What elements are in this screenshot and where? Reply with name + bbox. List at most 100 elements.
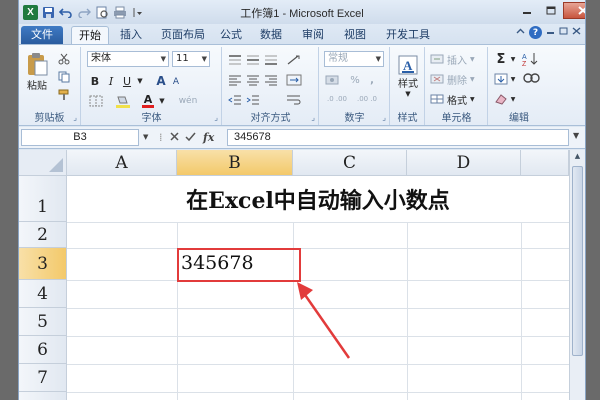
font-name-combo[interactable]: 宋体 ▼ — [87, 51, 169, 67]
alignment-launcher-icon[interactable]: ⌟ — [311, 113, 315, 122]
delete-cells-button[interactable]: 删除 ▼ — [430, 71, 484, 87]
annotation-arrow-icon — [297, 282, 351, 359]
tab-formulas[interactable]: 公式 — [213, 26, 249, 44]
align-top-icon[interactable] — [227, 53, 243, 67]
workbook-restore-icon[interactable] — [559, 27, 568, 38]
tab-file[interactable]: 文件 — [21, 26, 63, 44]
column-header-e[interactable] — [521, 150, 569, 176]
tab-data[interactable]: 数据 — [253, 26, 289, 44]
tab-review[interactable]: 审阅 — [295, 26, 331, 44]
row-header-4[interactable]: 4 — [19, 280, 67, 308]
chevron-down-icon[interactable]: ▼ — [509, 91, 517, 107]
comma-button[interactable]: , — [366, 73, 378, 87]
tab-insert[interactable]: 插入 — [113, 26, 149, 44]
phonetic-button[interactable]: wén — [174, 93, 202, 109]
format-painter-icon[interactable] — [57, 89, 71, 101]
increase-indent-icon[interactable] — [245, 93, 261, 107]
font-size-combo[interactable]: 11 ▼ — [172, 51, 210, 67]
clipboard-group-label: 剪贴板 — [34, 113, 65, 124]
currency-icon[interactable] — [324, 73, 342, 87]
align-bottom-icon[interactable] — [263, 53, 279, 67]
close-button[interactable] — [563, 2, 585, 19]
tab-page-layout[interactable]: 页面布局 — [154, 26, 212, 44]
shrink-font-button[interactable]: A — [170, 75, 182, 89]
row-header-8[interactable] — [19, 392, 67, 400]
workbook-minimize-icon[interactable] — [546, 27, 555, 38]
chevron-down-icon[interactable]: ▼ — [509, 71, 517, 87]
delete-cells-icon — [430, 74, 444, 84]
chevron-down-icon[interactable]: ▼ — [143, 133, 148, 141]
orientation-icon[interactable] — [285, 53, 303, 67]
group-editing: Σ ▼ AZ ▼ ▼ 编辑 — [489, 47, 549, 125]
align-left-icon[interactable] — [227, 73, 243, 87]
underline-button[interactable]: U — [120, 73, 134, 89]
row-header-2[interactable]: 2 — [19, 222, 67, 248]
expand-formula-bar-icon[interactable]: ▼ — [573, 131, 579, 140]
increase-decimal-button[interactable]: .0 .00 — [324, 91, 350, 107]
tab-view[interactable]: 视图 — [337, 26, 373, 44]
autosum-button[interactable]: Σ — [493, 51, 509, 67]
clear-icon[interactable] — [493, 91, 509, 107]
cut-icon[interactable] — [57, 53, 71, 65]
decrease-indent-icon[interactable] — [227, 93, 243, 107]
find-select-icon[interactable] — [521, 71, 541, 87]
decrease-decimal-button[interactable]: .00 .0 — [354, 91, 380, 107]
grow-font-button[interactable]: A — [154, 73, 168, 89]
copy-icon[interactable] — [57, 71, 71, 83]
row-header-3[interactable]: 3 — [19, 248, 67, 280]
fill-icon[interactable] — [493, 71, 509, 87]
row-header-1[interactable]: 1 — [19, 176, 67, 222]
tab-home[interactable]: 开始 — [71, 26, 109, 44]
merge-center-icon[interactable] — [285, 73, 303, 87]
align-middle-icon[interactable] — [245, 53, 261, 67]
select-all-button[interactable] — [19, 150, 67, 176]
column-header-c[interactable]: C — [293, 150, 407, 176]
number-format-combo[interactable]: 常规 ▼ — [324, 51, 384, 67]
collapse-ribbon-icon[interactable] — [516, 27, 525, 38]
row-header-5[interactable]: 5 — [19, 308, 67, 336]
cancel-entry-icon[interactable] — [169, 131, 180, 145]
tab-right-controls: ? — [516, 26, 581, 39]
borders-icon[interactable] — [86, 93, 106, 109]
format-cells-button[interactable]: 格式 ▼ — [430, 91, 484, 107]
wrap-text-icon[interactable] — [285, 93, 303, 107]
percent-button[interactable]: % — [348, 73, 362, 87]
fill-color-icon[interactable] — [112, 93, 134, 109]
column-header-a[interactable]: A — [67, 150, 177, 176]
sheet-title-cell[interactable]: 在Excel中自动输入小数点 — [67, 176, 569, 222]
insert-function-button[interactable]: fx — [203, 131, 214, 144]
sort-filter-icon[interactable]: AZ — [521, 51, 541, 67]
vertical-scrollbar[interactable]: ▲ — [569, 150, 585, 400]
row-header-6[interactable]: 6 — [19, 336, 67, 364]
row-header-7[interactable]: 7 — [19, 364, 67, 392]
column-header-b[interactable]: B — [177, 150, 293, 176]
help-icon[interactable]: ? — [529, 26, 542, 39]
align-right-icon[interactable] — [263, 73, 279, 87]
font-launcher-icon[interactable]: ⌟ — [214, 113, 218, 122]
confirm-entry-icon[interactable] — [185, 131, 196, 145]
worksheet[interactable]: A B C D 1 2 3 4 5 6 7 在Excel中自动输入小数点 345… — [19, 150, 585, 400]
insert-cells-button[interactable]: 插入 ▼ — [430, 51, 484, 67]
clipboard-launcher-icon[interactable]: ⌟ — [73, 113, 77, 122]
number-launcher-icon[interactable]: ⌟ — [382, 113, 386, 122]
highlight-box — [177, 248, 301, 282]
restore-button[interactable] — [539, 2, 563, 19]
chevron-down-icon[interactable]: ▼ — [158, 93, 166, 109]
scroll-thumb[interactable] — [572, 166, 583, 356]
align-center-icon[interactable] — [245, 73, 261, 87]
paste-button[interactable]: 粘贴 — [23, 49, 51, 93]
formula-input[interactable]: 345678 — [227, 129, 569, 146]
minimize-button[interactable] — [515, 2, 539, 19]
chevron-down-icon[interactable]: ▼ — [509, 51, 517, 67]
tab-developer[interactable]: 开发工具 — [379, 26, 437, 44]
italic-button[interactable]: I — [104, 73, 118, 89]
styles-button[interactable]: A 样式 ▼ — [395, 51, 421, 101]
column-header-d[interactable]: D — [407, 150, 521, 176]
bold-button[interactable]: B — [88, 73, 102, 89]
group-number: 常规 ▼ % , .0 .00 .00 .0 数字 ⌟ — [320, 47, 390, 125]
font-color-button[interactable]: A — [140, 93, 156, 109]
workbook-close-icon[interactable] — [572, 27, 581, 38]
name-box[interactable]: B3 — [21, 129, 139, 146]
scroll-up-icon[interactable]: ▲ — [572, 152, 583, 163]
chevron-down-icon[interactable]: ▼ — [136, 73, 144, 89]
